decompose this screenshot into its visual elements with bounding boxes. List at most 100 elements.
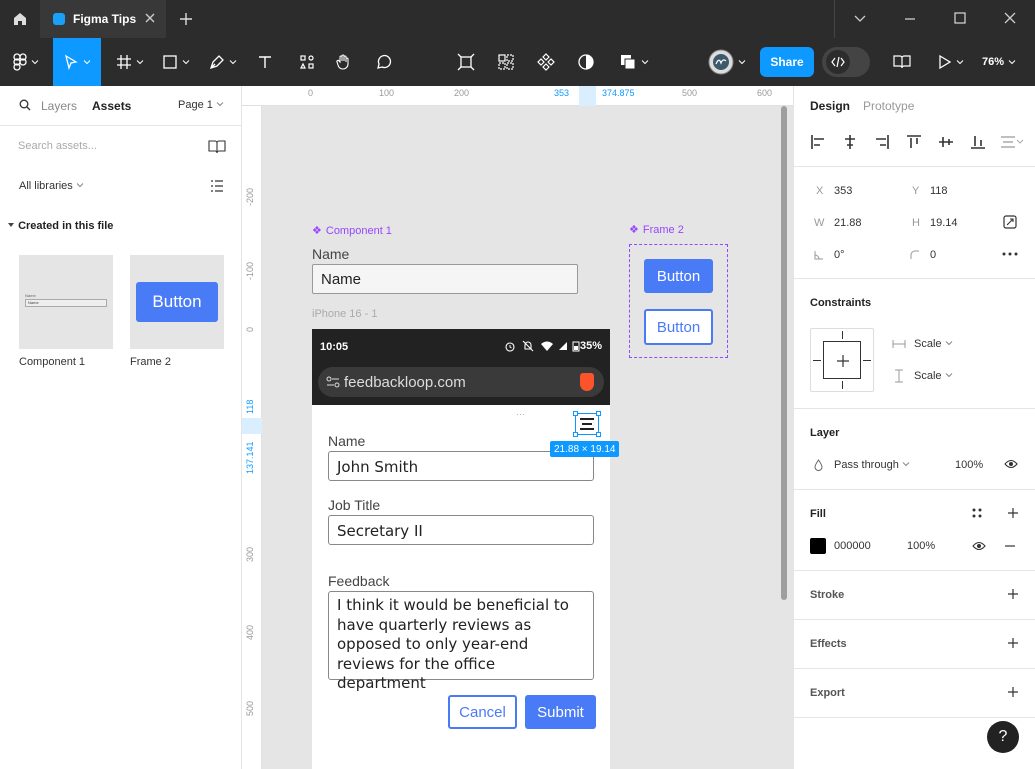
corner-radius-field[interactable]: 0 [930,249,936,261]
iphone-frame-title[interactable]: iPhone 16 - 1 [312,308,377,320]
asset-thumbnail-frame-2[interactable]: Button [130,255,224,349]
constraint-left-line[interactable] [813,360,821,361]
alignment-row [794,126,1035,158]
feedback-textarea[interactable]: I think it would be beneficial to have q… [328,591,594,692]
tab-prototype[interactable]: Prototype [863,99,914,113]
eye-icon[interactable] [972,541,986,551]
mask-button[interactable] [574,38,598,86]
vertical-constraint-dropdown[interactable]: Scale [914,370,953,382]
styles-grid-icon[interactable] [972,508,982,518]
resources-button[interactable] [295,38,319,86]
selection-box[interactable] [573,411,601,437]
resize-handle[interactable] [573,411,578,416]
comment-tool-button[interactable] [372,38,396,86]
list-view-icon[interactable] [210,180,224,192]
close-tab-icon[interactable] [144,12,156,24]
constraints-widget[interactable] [810,328,874,392]
tab-layers[interactable]: Layers [41,99,77,113]
chevron-down-icon[interactable] [852,10,868,26]
canvas[interactable]: 0 100 200 353 374.875 500 600 -200 -100 … [242,86,793,769]
grid-layout-button[interactable] [494,38,518,86]
x-field[interactable]: 353 [834,185,852,197]
align-top-icon[interactable] [906,134,922,150]
submit-button[interactable]: Submit [525,695,596,729]
resize-handle[interactable] [573,432,578,437]
frame-2[interactable]: Button Button [629,244,728,358]
pen-tool-button[interactable] [205,38,241,86]
multiplayer-avatar-button[interactable] [704,38,750,86]
asset-thumbnail-component-1[interactable]: Name Name [19,255,113,349]
create-component-button[interactable] [534,38,558,86]
chevron-down-icon [945,373,952,378]
tab-assets[interactable]: Assets [92,99,131,113]
iphone-frame[interactable]: 10:05 35% feedbackloop.com ··· Name John… [312,329,610,769]
fill-opacity-field[interactable]: 100% [907,540,935,552]
width-field[interactable]: 21.88 [834,217,862,229]
maximize-icon[interactable] [952,10,968,26]
blend-mode-dropdown[interactable]: Pass through [834,459,910,471]
align-horizontal-center-icon[interactable] [842,134,858,150]
help-button[interactable]: ? [987,721,1019,753]
add-stroke-icon[interactable] [1007,588,1019,600]
remove-fill-icon[interactable] [1004,545,1016,547]
y-field[interactable]: 118 [930,185,948,197]
frame-2-button-outline[interactable]: Button [644,309,713,345]
align-right-icon[interactable] [874,134,890,150]
page-label: Page 1 [178,99,213,111]
add-fill-icon[interactable] [1007,507,1019,519]
hand-tool-button[interactable] [332,38,356,86]
move-tool-button[interactable] [53,38,101,86]
constraint-right-line[interactable] [863,360,871,361]
libraries-dropdown[interactable]: All libraries [19,180,84,192]
component-1-input[interactable]: Name [312,264,578,294]
horizontal-constraint-dropdown[interactable]: Scale [914,338,953,350]
url-text: feedbackloop.com [344,373,466,391]
boolean-button[interactable] [614,38,654,86]
frame-tool-button[interactable] [112,38,148,86]
more-options-icon[interactable] [1002,252,1018,256]
select-matching-button[interactable] [454,38,478,86]
cancel-button[interactable]: Cancel [448,695,517,729]
page-selector[interactable]: Page 1 [178,99,224,111]
section-created-in-file[interactable]: Created in this file [7,220,113,232]
search-icon[interactable] [19,99,31,111]
align-bottom-icon[interactable] [970,134,986,150]
new-tab-icon[interactable] [176,9,196,29]
shape-tool-button[interactable] [158,38,194,86]
component-1-title[interactable]: ❖ Component 1 [312,224,392,238]
search-assets-input[interactable]: Search assets... [18,140,97,152]
zoom-menu[interactable]: 76% [982,38,1016,86]
tab-design[interactable]: Design [810,99,850,113]
constraint-top-line[interactable] [842,331,843,339]
main-menu-button[interactable] [8,38,44,86]
constrain-proportions-icon[interactable] [1003,215,1017,229]
fill-hex-field[interactable]: 000000 [834,540,871,552]
height-field[interactable]: 19.14 [930,217,958,229]
home-button[interactable] [0,0,40,38]
book-icon[interactable] [208,140,226,154]
add-export-icon[interactable] [1007,686,1019,698]
dev-mode-toggle[interactable] [822,47,870,77]
minimize-icon[interactable] [902,10,918,26]
vertical-scrollbar[interactable] [781,106,787,600]
frame-2-title[interactable]: ❖ Frame 2 [629,223,684,237]
frame-2-button-primary[interactable]: Button [644,259,713,293]
layer-opacity-field[interactable]: 100% [955,459,983,471]
add-effect-icon[interactable] [1007,637,1019,649]
eye-icon[interactable] [1004,459,1018,469]
close-window-icon[interactable] [1002,10,1018,26]
resize-handle[interactable] [596,411,601,416]
job-title-field[interactable]: Secretary II [328,515,594,545]
present-button[interactable] [932,38,970,86]
resize-handle[interactable] [596,432,601,437]
align-left-icon[interactable] [810,134,826,150]
share-button[interactable]: Share [760,47,814,77]
text-tool-button[interactable] [253,38,277,86]
fill-color-swatch[interactable] [810,538,826,554]
rotation-field[interactable]: 0° [834,249,845,261]
library-button[interactable] [890,38,914,86]
align-vertical-center-icon[interactable] [938,134,954,150]
constraint-bottom-line[interactable] [842,381,843,389]
distribute-icon[interactable] [1000,134,1024,150]
file-tab[interactable]: Figma Tips [40,0,166,38]
